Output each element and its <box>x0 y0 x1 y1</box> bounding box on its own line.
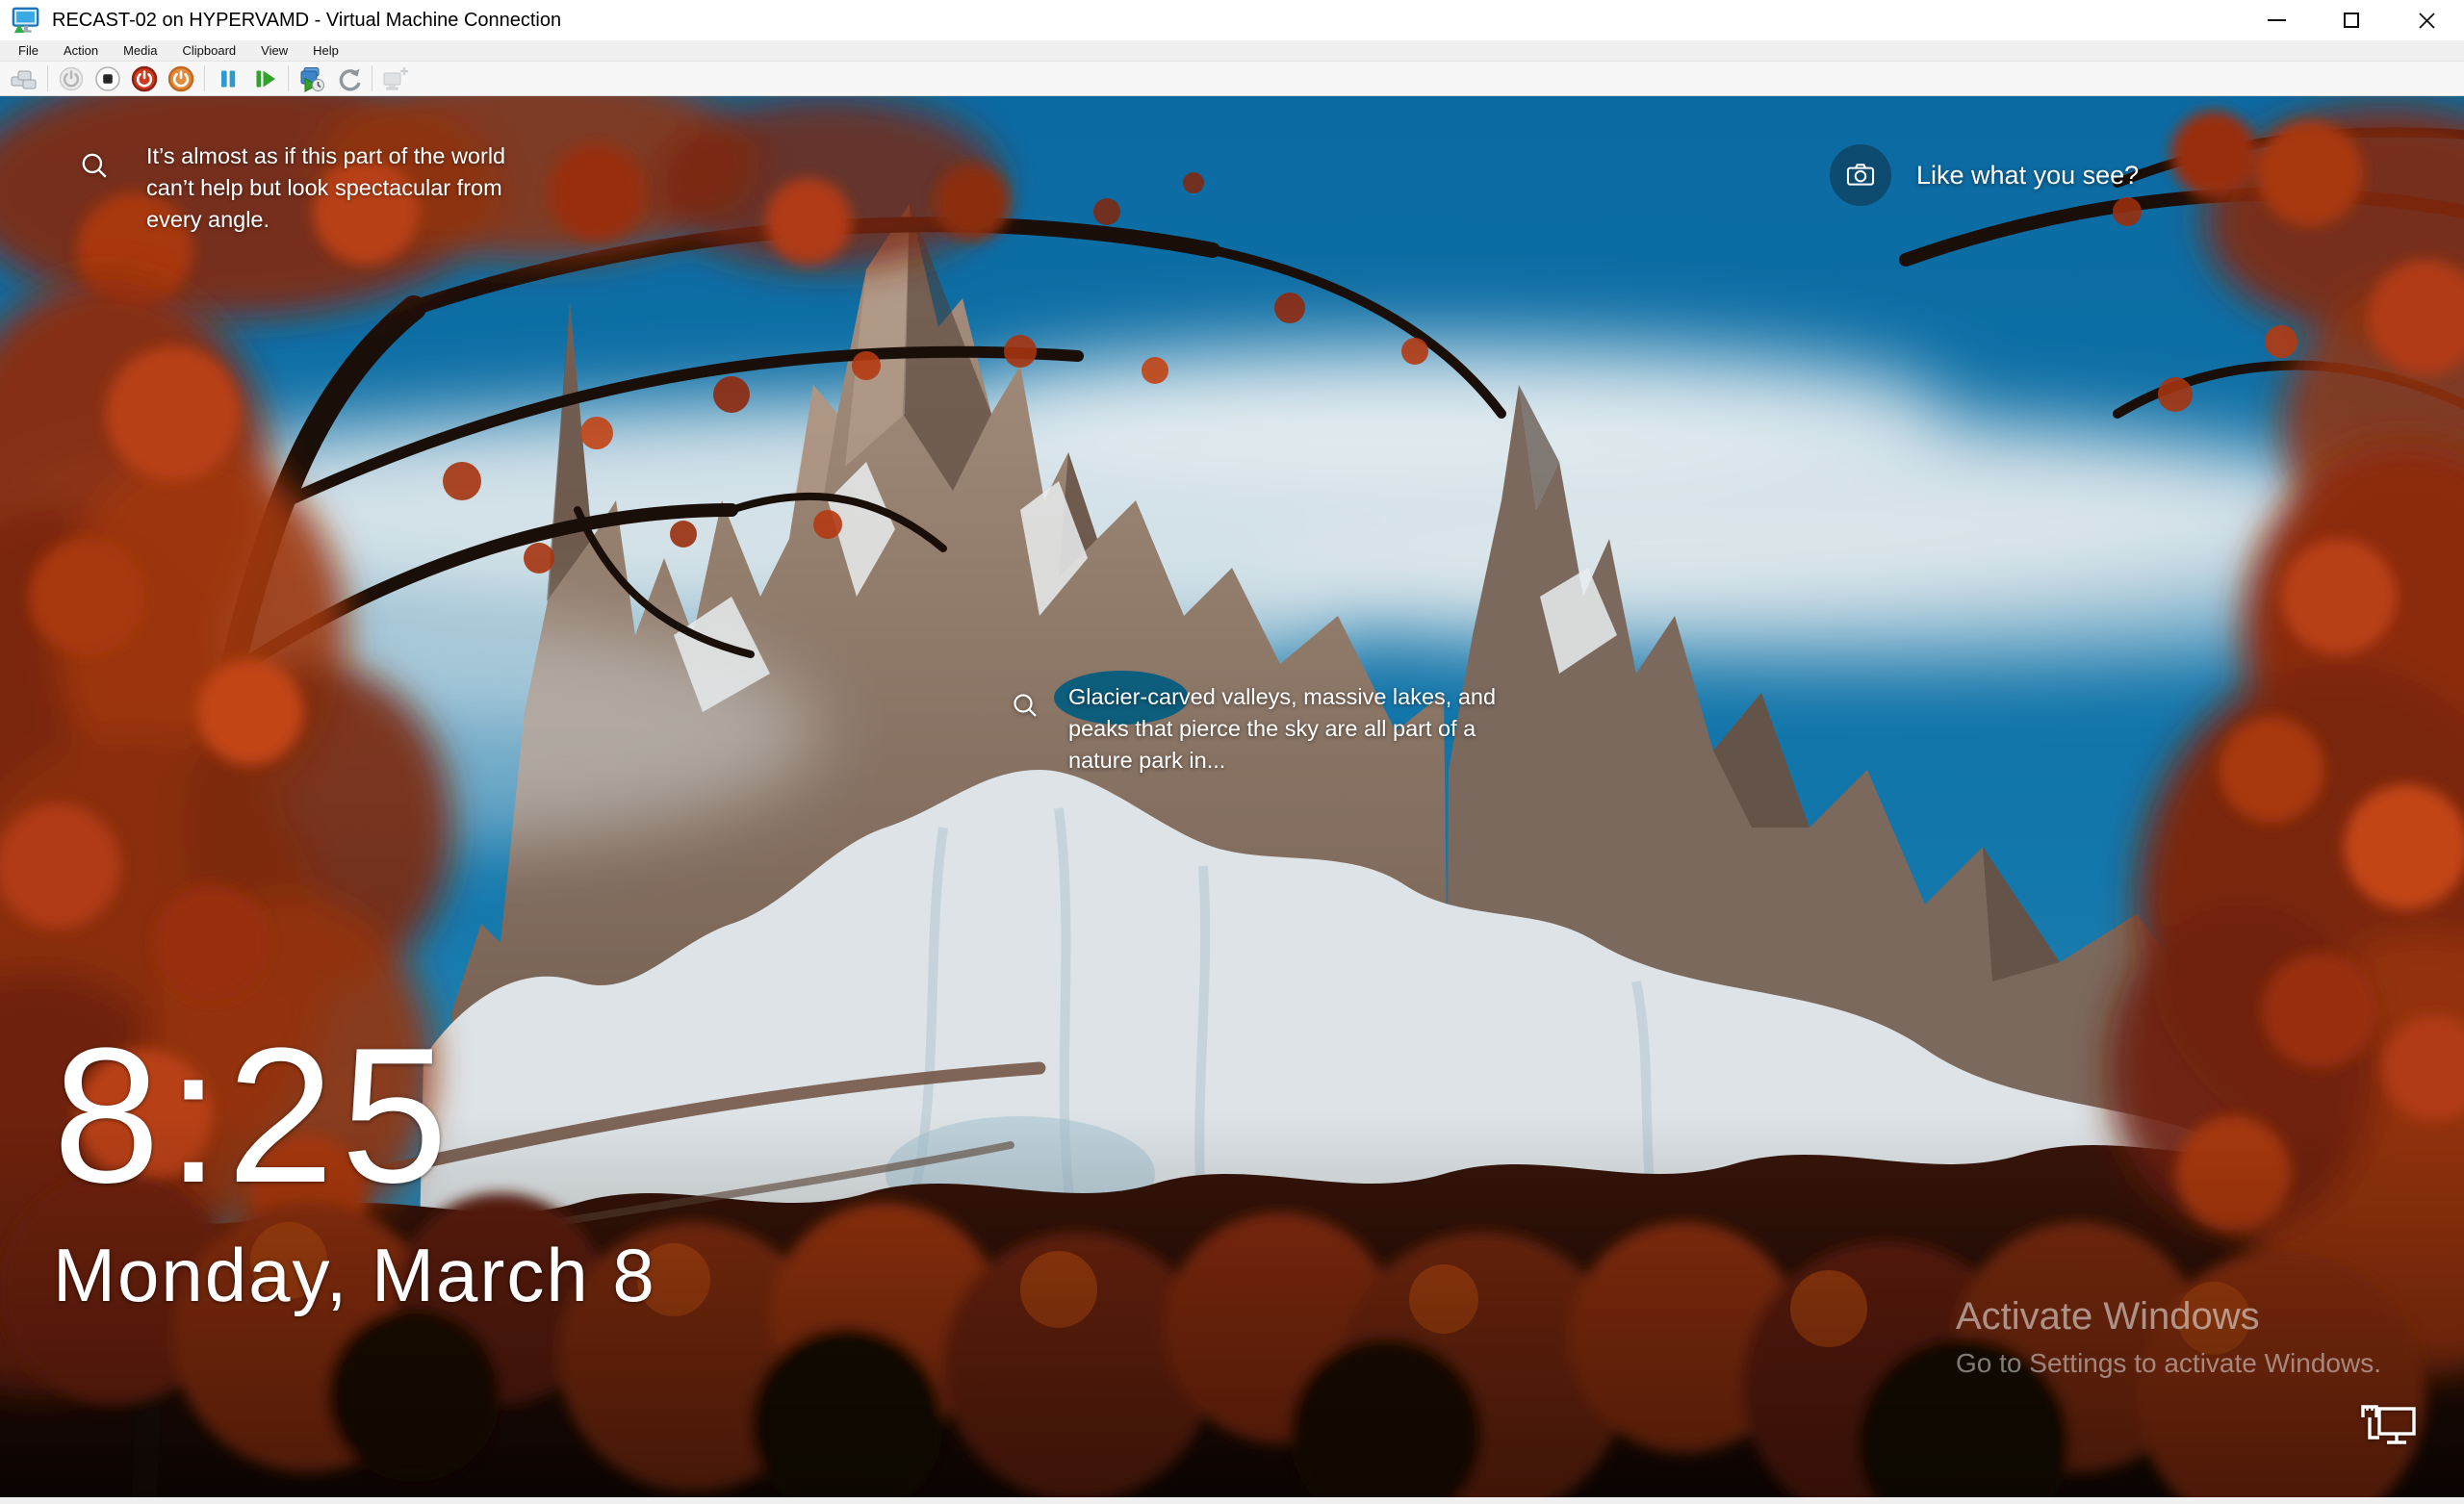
toolbar-separator <box>204 65 205 91</box>
pause-button[interactable] <box>210 64 246 93</box>
network-icon[interactable] <box>2358 1401 2418 1458</box>
toolbar <box>0 62 2464 96</box>
spotlight-feedback-prompt[interactable]: Like what you see? <box>1830 144 2139 206</box>
menu-file[interactable]: File <box>6 41 51 60</box>
toolbar-separator <box>47 65 48 91</box>
close-icon <box>2418 12 2436 30</box>
window-controls <box>2239 0 2464 40</box>
camera-icon[interactable] <box>1830 144 1891 206</box>
clock-time: 8:25 <box>53 1022 656 1211</box>
minimize-button[interactable] <box>2239 0 2314 40</box>
vm-connection-window: RECAST-02 on HYPERVAMD - Virtual Machine… <box>0 0 2464 1504</box>
enhanced-session-icon <box>381 65 410 92</box>
start-icon <box>58 65 85 92</box>
lock-screen-clock: 8:25 Monday, March 8 <box>53 1022 656 1319</box>
menu-clipboard[interactable]: Clipboard <box>170 41 249 60</box>
search-icon <box>1011 691 1040 777</box>
minimize-icon <box>2268 19 2286 21</box>
hyperv-app-icon <box>12 6 40 35</box>
menu-view[interactable]: View <box>248 41 300 60</box>
menu-help[interactable]: Help <box>300 41 351 60</box>
reset-icon <box>251 65 278 92</box>
shut-down-icon <box>131 65 158 92</box>
menubar: File Action Media Clipboard View Help <box>0 40 2464 62</box>
revert-button[interactable] <box>330 64 367 93</box>
reset-button[interactable] <box>246 64 283 93</box>
spotlight-hint-middle-text: Glacier-carved valleys, massive lakes, a… <box>1068 681 1496 777</box>
activate-windows-title: Activate Windows <box>1956 1295 2381 1338</box>
maximize-icon <box>2344 13 2359 28</box>
pause-icon <box>215 65 242 92</box>
search-icon <box>79 150 110 236</box>
spotlight-hint-top-text: It’s almost as if this part of the world… <box>146 140 505 236</box>
activate-windows-subtitle: Go to Settings to activate Windows. <box>1956 1348 2381 1379</box>
spotlight-hint-top[interactable]: It’s almost as if this part of the world… <box>79 140 505 236</box>
activate-windows-watermark: Activate Windows Go to Settings to activ… <box>1956 1295 2381 1379</box>
turn-off-button[interactable] <box>90 64 126 93</box>
checkpoint-icon <box>297 65 326 92</box>
ctrl-alt-del-icon <box>10 65 38 92</box>
camera-prompt-label: Like what you see? <box>1916 161 2139 191</box>
maximize-button[interactable] <box>2314 0 2389 40</box>
revert-icon <box>335 65 362 92</box>
titlebar: RECAST-02 on HYPERVAMD - Virtual Machine… <box>0 0 2464 40</box>
clock-date: Monday, March 8 <box>53 1232 656 1319</box>
window-bottom-border <box>0 1497 2464 1504</box>
toolbar-separator <box>288 65 289 91</box>
menu-action[interactable]: Action <box>51 41 111 60</box>
shut-down-button[interactable] <box>126 64 163 93</box>
spotlight-hint-middle[interactable]: Glacier-carved valleys, massive lakes, a… <box>1011 681 1496 777</box>
ctrl-alt-del-button[interactable] <box>6 64 42 93</box>
menu-media[interactable]: Media <box>111 41 169 60</box>
enhanced-session-button[interactable] <box>377 64 414 93</box>
start-button[interactable] <box>53 64 90 93</box>
vm-display[interactable]: It’s almost as if this part of the world… <box>0 96 2464 1497</box>
checkpoint-button[interactable] <box>294 64 330 93</box>
turn-off-icon <box>94 65 121 92</box>
save-button[interactable] <box>163 64 199 93</box>
save-icon <box>167 65 194 92</box>
window-title: RECAST-02 on HYPERVAMD - Virtual Machine… <box>52 10 2239 32</box>
close-button[interactable] <box>2389 0 2464 40</box>
